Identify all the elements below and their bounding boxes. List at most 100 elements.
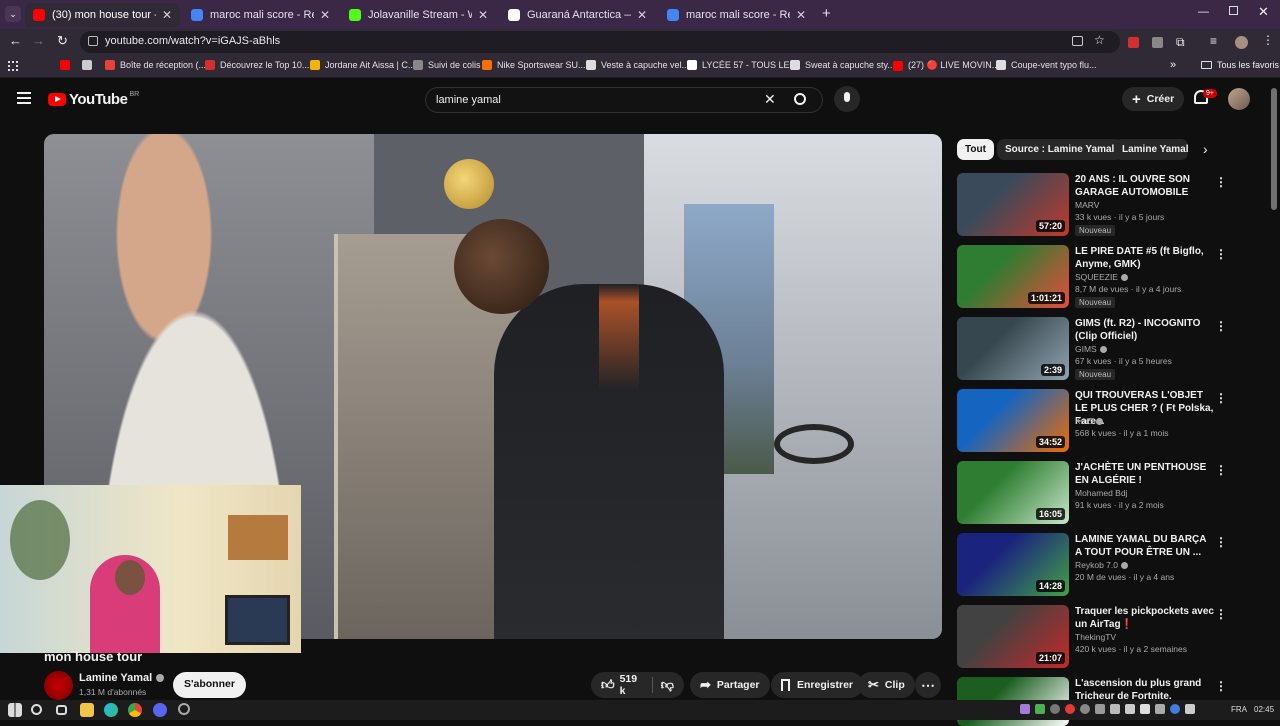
restore-window-button[interactable] bbox=[1229, 6, 1238, 15]
extension-gray-icon[interactable] bbox=[1152, 37, 1163, 48]
video-menu-icon[interactable]: ⋮ bbox=[1215, 607, 1227, 621]
share-button[interactable]: ➦ Partager bbox=[690, 672, 770, 698]
close-tab-icon[interactable]: ✕ bbox=[162, 8, 172, 22]
save-button[interactable]: Enregistrer bbox=[771, 672, 864, 698]
filter-chip[interactable]: Tout bbox=[957, 139, 994, 160]
site-info-icon[interactable] bbox=[88, 36, 98, 46]
close-tab-icon[interactable]: ✕ bbox=[320, 8, 330, 22]
back-arrow-icon[interactable]: ← bbox=[9, 33, 22, 48]
taskbar-search-icon[interactable] bbox=[31, 704, 42, 715]
video-thumbnail[interactable]: 16:05 bbox=[957, 461, 1069, 524]
file-explorer-icon[interactable] bbox=[80, 703, 94, 717]
all-bookmarks-folder[interactable]: Tous les favoris bbox=[1201, 60, 1279, 70]
filter-chip[interactable]: Source : Lamine Yamal bbox=[997, 139, 1123, 160]
close-tab-icon[interactable]: ✕ bbox=[637, 8, 647, 22]
video-title[interactable]: Traquer les pickpockets avec un AirTag❗ bbox=[1075, 605, 1215, 631]
bookmark-item[interactable] bbox=[82, 60, 97, 70]
app-circle-icon[interactable] bbox=[178, 703, 190, 715]
search-input[interactable]: lamine yamal bbox=[436, 94, 501, 106]
bookmark-item[interactable]: Nike Sportswear SU... bbox=[482, 60, 586, 70]
bookmark-item[interactable]: Veste à capuche vel... bbox=[586, 60, 689, 70]
apps-grid-icon[interactable] bbox=[8, 61, 18, 71]
tab-search-button[interactable]: ⌄ bbox=[5, 6, 21, 22]
close-tab-icon[interactable]: ✕ bbox=[478, 8, 488, 22]
browser-tab[interactable]: Guaraná Antarctica — Wikipédia ✕ bbox=[500, 3, 655, 27]
voice-search-mic-icon[interactable] bbox=[834, 86, 860, 112]
media-controls-icon[interactable]: ≡ bbox=[1210, 34, 1217, 48]
profile-avatar[interactable] bbox=[1235, 36, 1248, 49]
video-channel[interactable]: GIMS bbox=[1075, 344, 1107, 354]
hamburger-menu-icon[interactable] bbox=[17, 92, 31, 104]
minimize-window-button[interactable]: — bbox=[1198, 6, 1209, 18]
task-view-icon[interactable] bbox=[56, 705, 67, 715]
browser-tab[interactable]: maroc mali score - Recherche G ✕ bbox=[659, 3, 814, 27]
extension-red-icon[interactable] bbox=[1128, 37, 1139, 48]
address-bar[interactable]: youtube.com/watch?v=iGAJS-aBhls ☆ bbox=[80, 31, 1120, 53]
search-box[interactable]: lamine yamal ✕ bbox=[425, 87, 823, 113]
video-channel[interactable]: SQUEEZIE bbox=[1075, 272, 1128, 282]
video-thumbnail[interactable]: 57:20 bbox=[957, 173, 1069, 236]
bookmark-item[interactable]: Boîte de réception (... bbox=[105, 60, 206, 70]
video-menu-icon[interactable]: ⋮ bbox=[1215, 175, 1227, 189]
video-menu-icon[interactable]: ⋮ bbox=[1215, 535, 1227, 549]
video-thumbnail[interactable]: 14:28 bbox=[957, 533, 1069, 596]
video-title[interactable]: GIMS (ft. R2) - INCOGNITO (Clip Officiel… bbox=[1075, 317, 1215, 343]
more-actions-button[interactable]: ⋯ bbox=[915, 672, 941, 698]
video-menu-icon[interactable]: ⋮ bbox=[1215, 463, 1227, 477]
more-bookmarks-chevron-icon[interactable]: » bbox=[1170, 59, 1176, 71]
thumbs-down-icon[interactable]: 👎︎ bbox=[661, 677, 674, 693]
channel-avatar[interactable] bbox=[44, 671, 73, 700]
video-channel[interactable]: Reykob 7.0 bbox=[1075, 560, 1128, 570]
new-tab-button[interactable]: + bbox=[822, 5, 831, 22]
video-title[interactable]: LAMINE YAMAL DU BARÇA A TOUT POUR ÊTRE U… bbox=[1075, 533, 1215, 559]
video-title[interactable]: J'ACHÈTE UN PENTHOUSE EN ALGÉRIE ! bbox=[1075, 461, 1215, 487]
video-channel[interactable]: Mohamed Bdj bbox=[1075, 488, 1127, 498]
browser-tab[interactable]: maroc mali score - Recherche G ✕ bbox=[183, 3, 338, 27]
chips-next-chevron-icon[interactable]: › bbox=[1203, 141, 1208, 157]
video-menu-icon[interactable]: ⋮ bbox=[1215, 679, 1227, 693]
video-menu-icon[interactable]: ⋮ bbox=[1215, 391, 1227, 405]
like-button[interactable]: 👍︎ 519 k bbox=[601, 673, 644, 697]
chrome-icon[interactable] bbox=[128, 703, 142, 717]
close-tab-icon[interactable]: ✕ bbox=[796, 8, 806, 22]
video-menu-icon[interactable]: ⋮ bbox=[1215, 247, 1227, 261]
extensions-puzzle-icon[interactable]: ⧉ bbox=[1176, 35, 1185, 50]
language-indicator[interactable]: FRA bbox=[1231, 705, 1247, 714]
video-menu-icon[interactable]: ⋮ bbox=[1215, 319, 1227, 333]
windows-start-icon[interactable] bbox=[8, 703, 22, 717]
video-channel[interactable]: ThekingTV bbox=[1075, 632, 1116, 642]
url-text[interactable]: youtube.com/watch?v=iGAJS-aBhls bbox=[105, 35, 280, 47]
clock[interactable]: 02:45 bbox=[1254, 705, 1274, 714]
install-app-icon[interactable] bbox=[1072, 36, 1083, 46]
forward-arrow-icon[interactable]: → bbox=[32, 33, 45, 48]
clear-search-icon[interactable]: ✕ bbox=[764, 91, 776, 108]
bookmark-item[interactable]: Jordane Ait Aissa | C... bbox=[310, 60, 415, 70]
browser-tab[interactable]: (30) mon house tour - YouTube ✕ bbox=[25, 3, 180, 27]
bookmark-item[interactable]: LYCÉE 57 - TOUS LE... bbox=[687, 60, 797, 70]
recommended-video[interactable]: 16:05 J'ACHÈTE UN PENTHOUSE EN ALGÉRIE ! M… bbox=[957, 461, 1227, 527]
video-channel[interactable]: MARV bbox=[1075, 200, 1099, 210]
bookmark-item[interactable]: Découvrez le Top 10... bbox=[205, 60, 309, 70]
video-thumbnail[interactable]: 34:52 bbox=[957, 389, 1069, 452]
clip-button[interactable]: ✂ Clip bbox=[858, 672, 915, 698]
recommended-video[interactable]: 34:52 QUI TROUVERAS L'OBJET LE PLUS CHER … bbox=[957, 389, 1227, 455]
bookmark-item[interactable]: Coupe-vent typo flu... bbox=[996, 60, 1097, 70]
video-title[interactable]: 20 ANS : IL OUVRE SON GARAGE AUTOMOBILE bbox=[1075, 173, 1215, 199]
video-channel[interactable]: KmS bbox=[1075, 416, 1104, 426]
search-icon[interactable] bbox=[794, 93, 806, 105]
edge-icon[interactable] bbox=[104, 703, 118, 717]
account-avatar[interactable] bbox=[1228, 88, 1250, 110]
youtube-logo[interactable]: YouTube BR bbox=[48, 91, 139, 108]
recommended-video[interactable]: 14:28 LAMINE YAMAL DU BARÇA A TOUT POUR Ê… bbox=[957, 533, 1227, 599]
subscribe-button[interactable]: S'abonner bbox=[173, 672, 246, 698]
close-window-button[interactable]: ✕ bbox=[1258, 4, 1269, 20]
bookmark-item[interactable]: Sweat à capuche sty... bbox=[790, 60, 895, 70]
video-thumbnail[interactable]: 1:01:21 bbox=[957, 245, 1069, 308]
recommended-video[interactable]: 57:20 20 ANS : IL OUVRE SON GARAGE AUTOMO… bbox=[957, 173, 1227, 239]
recommended-video[interactable]: 1:01:21 LE PIRE DATE #5 (ft Bigflo, Anyme… bbox=[957, 245, 1227, 311]
channel-name[interactable]: Lamine Yamal bbox=[79, 672, 165, 684]
bookmark-item[interactable] bbox=[60, 60, 75, 70]
create-button[interactable]: + Créer bbox=[1122, 87, 1185, 111]
video-thumbnail[interactable]: 2:39 bbox=[957, 317, 1069, 380]
recommended-video[interactable]: 2:39 GIMS (ft. R2) - INCOGNITO (Clip Offi… bbox=[957, 317, 1227, 383]
